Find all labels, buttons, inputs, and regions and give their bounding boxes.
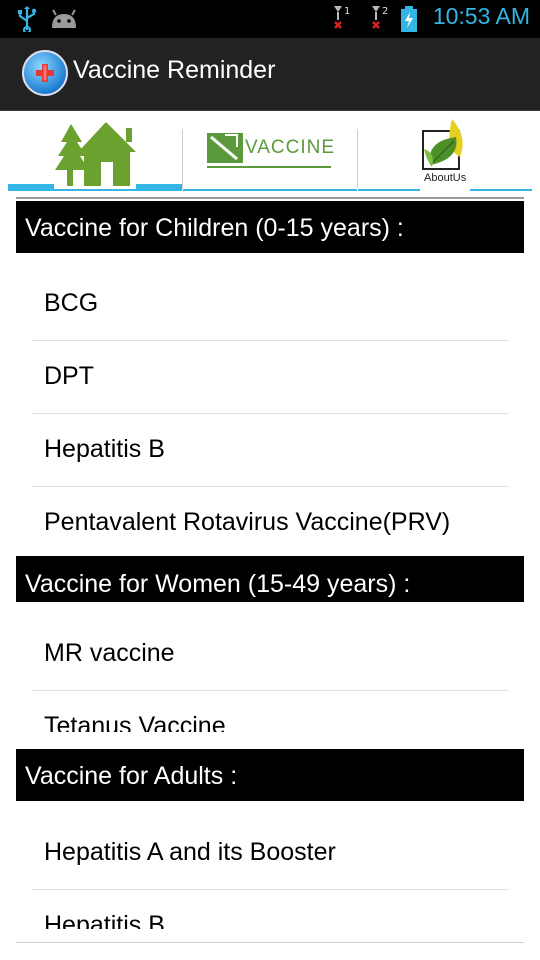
usb-icon bbox=[18, 6, 37, 32]
tab-home-underline-left bbox=[8, 184, 54, 191]
tab-about-us[interactable]: AboutUs bbox=[358, 111, 532, 191]
tab-home-underline-right bbox=[136, 184, 182, 191]
tab-vaccine-label: VACCINE bbox=[245, 137, 336, 158]
tab-vaccine[interactable]: VACCINE bbox=[183, 111, 357, 191]
section-header-children: Vaccine for Children (0-15 years) : bbox=[16, 201, 524, 253]
list-divider bbox=[31, 486, 509, 487]
android-icon bbox=[52, 9, 76, 28]
section-header-adults: Vaccine for Adults : bbox=[16, 749, 524, 801]
scroll-clip: Tetanus Vaccine bbox=[16, 700, 524, 732]
list-item[interactable]: MR vaccine bbox=[44, 639, 175, 668]
list-item[interactable]: Hepatitis A and its Booster bbox=[44, 838, 336, 867]
list-divider bbox=[31, 690, 509, 691]
scroll-clip: Hepatitis B bbox=[16, 899, 524, 929]
app-title: Vaccine Reminder bbox=[73, 56, 276, 84]
list-item[interactable]: Hepatitis B bbox=[44, 435, 165, 464]
list-divider bbox=[31, 340, 509, 341]
list-item[interactable]: Tetanus Vaccine bbox=[44, 712, 226, 732]
section-header-women: Vaccine for Women (15-49 years) : bbox=[16, 556, 524, 602]
battery-charging-icon bbox=[401, 6, 417, 32]
signal-2-icon: 2 bbox=[372, 6, 388, 29]
list-item[interactable]: Hepatitis B bbox=[44, 911, 165, 929]
signal-1-icon: 1 bbox=[334, 6, 350, 29]
svg-text:2: 2 bbox=[382, 6, 388, 17]
list-bottom-line bbox=[16, 942, 524, 943]
list-divider bbox=[31, 889, 509, 890]
clock: 10:53 AM bbox=[432, 3, 530, 29]
action-bar: Vaccine Reminder bbox=[0, 38, 540, 112]
home-icon bbox=[55, 122, 136, 186]
tab-home[interactable] bbox=[8, 111, 182, 191]
list-divider bbox=[31, 413, 509, 414]
status-bar: 1 2 10:53 AM bbox=[0, 0, 540, 38]
vaccine-logo-rule bbox=[207, 166, 331, 168]
tab-bar: VACCINE AboutUs bbox=[0, 111, 540, 191]
tab-vaccine-underline bbox=[183, 189, 357, 191]
list-item[interactable]: DPT bbox=[44, 362, 94, 391]
tab-about-us-label: AboutUs bbox=[424, 172, 467, 184]
list-top-separator bbox=[16, 197, 524, 199]
list-item[interactable]: BCG bbox=[44, 289, 98, 318]
tab-about-underline-right bbox=[470, 189, 532, 191]
vaccine-logo-icon bbox=[207, 133, 243, 163]
tab-about-underline-left bbox=[358, 189, 420, 191]
list-item[interactable]: Pentavalent Rotavirus Vaccine(PRV) bbox=[44, 508, 450, 537]
svg-text:1: 1 bbox=[344, 6, 350, 17]
tab-home-underline-mid bbox=[54, 189, 136, 191]
app-logo-icon[interactable] bbox=[22, 50, 68, 96]
